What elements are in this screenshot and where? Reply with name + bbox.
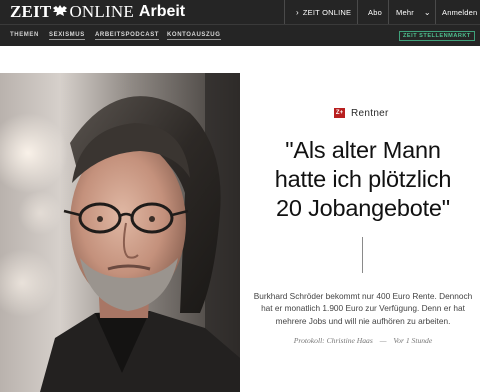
article-teaser-image[interactable] — [0, 73, 240, 392]
byline-separator: — — [379, 336, 387, 345]
summary-line: Burkhard Schröder bekommt nur 400 Euro R… — [253, 291, 473, 301]
article-summary: Burkhard Schröder bekommt nur 400 Euro R… — [246, 290, 480, 327]
decorative-divider — [362, 237, 363, 273]
headline-line: hatte ich plötzlich — [274, 166, 452, 192]
topics-bar: THEMEN SEXISMUS ARBEITSPODCAST KONTOAUSZ… — [0, 24, 480, 46]
nav-divider — [284, 0, 285, 24]
zeit-online-link[interactable]: › ZEIT ONLINE — [296, 0, 351, 24]
article-kicker[interactable]: Z+ Rentner — [334, 107, 389, 119]
anmelden-link[interactable]: Anmelden — [442, 0, 477, 24]
chevron-right-icon: › — [296, 7, 299, 17]
abo-link[interactable]: Abo — [368, 0, 382, 24]
article-byline: Protokoll: Christine Haas — Vor 1 Stunde — [246, 336, 480, 345]
logo-zeit-text: ZEIT — [10, 2, 52, 21]
chevron-down-icon: ⌄ — [423, 7, 431, 17]
topic-themen[interactable]: THEMEN — [10, 32, 39, 38]
mehr-menu-button[interactable]: Mehr ⌄ — [396, 0, 431, 24]
nav-divider — [357, 0, 358, 24]
nav-divider — [388, 0, 389, 24]
section-title: Arbeit — [138, 3, 186, 20]
mehr-menu-label: Mehr — [396, 7, 414, 17]
zeit-online-link-label: ZEIT ONLINE — [302, 7, 352, 17]
headline-line: 20 Jobangebote" — [276, 195, 450, 221]
nav-divider — [435, 0, 436, 24]
zeit-online-logo[interactable]: ZEIT ONLINE Arbeit — [10, 2, 185, 22]
summary-line: hat er monatlich 1.900 Euro zur Verfügun… — [261, 303, 465, 314]
topic-sexismus[interactable]: SEXISMUS — [49, 32, 85, 40]
abo-link-label: Abo — [368, 7, 382, 17]
zplus-badge-icon: Z+ — [334, 108, 345, 118]
top-navigation-bar: ZEIT ONLINE Arbeit › ZEIT ONLINE Abo Meh… — [0, 0, 480, 24]
byline-author: Protokoll: Christine Haas — [293, 336, 373, 345]
eagle-crest-icon — [53, 5, 68, 16]
topic-arbeitspodcast[interactable]: ARBEITSPODCAST — [95, 32, 160, 40]
portrait-photo — [0, 73, 240, 392]
byline-time: Vor 1 Stunde — [393, 336, 433, 345]
summary-line: mehrere Jobs und will nie aufhören zu ar… — [275, 315, 451, 326]
article-headline[interactable]: "Als alter Mann hatte ich plötzlich 20 J… — [246, 136, 480, 223]
headline-line: "Als alter Mann — [285, 137, 441, 163]
topic-kontoauszug[interactable]: KONTOAUSZUG — [167, 32, 221, 40]
stellenmarkt-button[interactable]: ZEIT STELLENMARKT — [399, 31, 475, 41]
kicker-label: Rentner — [351, 107, 389, 119]
anmelden-link-label: Anmelden — [442, 7, 478, 17]
logo-online-text: ONLINE — [69, 2, 134, 21]
